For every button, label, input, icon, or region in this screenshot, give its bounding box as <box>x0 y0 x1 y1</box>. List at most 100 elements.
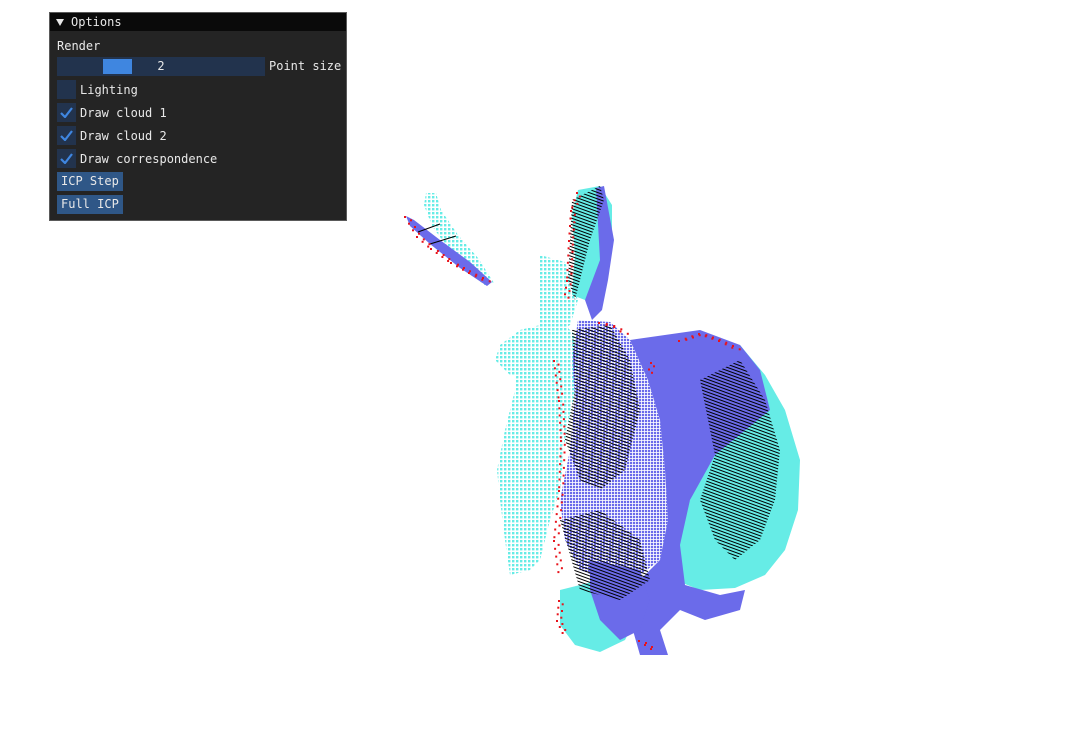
draw-cloud-2-label: Draw cloud 2 <box>80 128 167 143</box>
draw-cloud-1-checkbox-row[interactable]: Draw cloud 1 <box>57 103 167 122</box>
outlier-point <box>553 540 555 542</box>
icp-step-button[interactable]: ICP Step <box>57 172 123 191</box>
outlier-point <box>560 440 562 442</box>
outlier-point <box>555 555 558 558</box>
lighting-label: Lighting <box>80 82 138 97</box>
outlier-point <box>564 293 566 296</box>
outlier-point <box>557 396 560 399</box>
outlier-point <box>553 536 556 539</box>
outlier-point <box>558 486 561 489</box>
outlier-point <box>450 262 452 264</box>
outlier-point <box>563 451 566 454</box>
outlier-point <box>557 532 560 535</box>
outlier-point <box>558 400 560 402</box>
outlier-point <box>566 269 569 272</box>
outlier-point <box>626 332 629 335</box>
outlier-point <box>619 330 622 333</box>
outlier-point <box>559 516 562 519</box>
outlier-point <box>563 432 566 435</box>
outlier-point <box>557 571 560 574</box>
draw-cloud-1-label: Draw cloud 1 <box>80 105 167 120</box>
outlier-point <box>488 280 491 283</box>
outlier-point <box>605 324 608 326</box>
outlier-point <box>442 254 445 256</box>
outlier-point <box>571 243 574 246</box>
lighting-checkbox[interactable] <box>57 80 76 99</box>
options-window[interactable]: Options Render 2 Point size Lighting Dra… <box>49 12 347 221</box>
outlier-point <box>738 348 741 351</box>
outlier-point <box>559 455 562 458</box>
outlier-point <box>412 229 414 232</box>
outlier-point <box>564 629 567 631</box>
draw-correspondence-checkbox-row[interactable]: Draw correspondence <box>57 149 217 168</box>
outlier-point <box>638 640 640 642</box>
options-titlebar[interactable]: Options <box>50 13 346 31</box>
outlier-point <box>573 199 576 202</box>
outlier-point <box>556 505 559 508</box>
outlier-point <box>462 268 464 271</box>
draw-cloud-1-checkbox[interactable] <box>57 103 76 122</box>
outlier-point <box>557 497 560 500</box>
draw-correspondence-checkbox[interactable] <box>57 149 76 168</box>
outlier-point <box>560 385 563 388</box>
outlier-point <box>711 337 714 340</box>
outlier-point <box>576 192 578 194</box>
outlier-point <box>558 551 561 554</box>
outlier-point <box>562 410 565 413</box>
outlier-point <box>559 429 562 432</box>
outlier-point <box>558 470 561 473</box>
outlier-point <box>558 490 560 492</box>
checkmark-icon <box>60 107 73 118</box>
outlier-point <box>427 245 430 248</box>
outlier-point <box>648 368 650 371</box>
outlier-point <box>731 346 734 349</box>
outlier-point <box>481 278 484 281</box>
render-section-label: Render <box>57 39 101 53</box>
outlier-point <box>566 261 569 264</box>
outlier-point <box>568 240 570 242</box>
outlier-point <box>573 213 576 216</box>
outlier-point <box>421 240 424 243</box>
outlier-point <box>554 374 557 377</box>
outlier-point <box>560 567 563 570</box>
outlier-point <box>468 272 470 274</box>
checkmark-icon <box>60 153 73 164</box>
outlier-point <box>561 623 564 625</box>
outlier-point <box>556 620 558 622</box>
outlier-point <box>556 613 559 616</box>
outlier-point <box>557 606 560 609</box>
outlier-point <box>554 547 557 550</box>
outlier-point <box>571 206 574 209</box>
outlier-point <box>559 436 562 439</box>
checkmark-icon <box>60 130 73 141</box>
outlier-point <box>555 381 558 384</box>
outlier-point <box>562 403 565 406</box>
outlier-point <box>576 202 579 205</box>
outlier-point <box>559 421 562 424</box>
outlier-point <box>572 228 575 231</box>
outlier-point <box>558 370 561 373</box>
outlier-point <box>560 616 563 619</box>
outlier-point <box>557 363 560 366</box>
outlier-point <box>569 217 572 220</box>
outlier-point <box>559 463 562 466</box>
outlier-point <box>558 626 561 628</box>
outlier-point <box>698 333 700 335</box>
outlier-point <box>556 389 559 392</box>
point-size-value: 2 <box>157 59 165 73</box>
outlier-point <box>651 646 653 648</box>
outlier-point <box>422 238 425 241</box>
point-size-slider[interactable]: 2 <box>57 57 265 76</box>
outlier-point <box>567 254 570 257</box>
outlier-point <box>566 276 569 279</box>
outlier-point <box>562 482 565 485</box>
draw-cloud-2-checkbox[interactable] <box>57 126 76 145</box>
triangle-down-icon[interactable] <box>56 18 64 26</box>
outlier-point <box>430 248 432 250</box>
outlier-point <box>568 232 571 235</box>
outlier-point <box>404 216 406 218</box>
full-icp-button[interactable]: Full ICP <box>57 195 123 214</box>
lighting-checkbox-row[interactable]: Lighting <box>57 80 138 99</box>
outlier-point <box>554 528 557 531</box>
draw-cloud-2-checkbox-row[interactable]: Draw cloud 2 <box>57 126 167 145</box>
